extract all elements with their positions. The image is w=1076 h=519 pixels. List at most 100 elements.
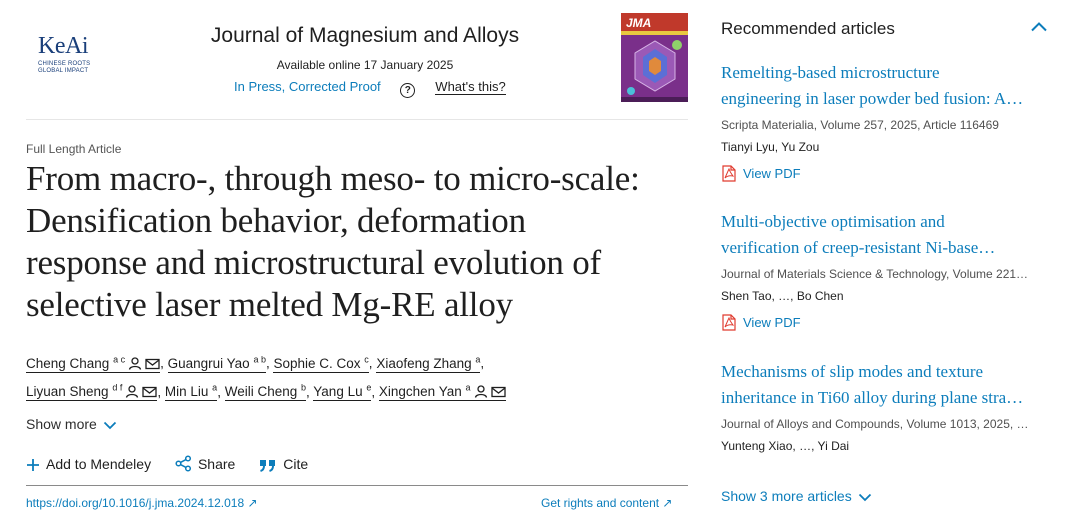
author-affiliation: a c	[113, 354, 126, 364]
article-source: Scripta Materialia, Volume 257, 2025, Ar…	[721, 118, 999, 132]
chevron-up-icon	[1031, 22, 1047, 32]
author-name: Xingchen Yan	[378, 384, 462, 399]
publisher-logo-word: KeAi	[38, 33, 88, 59]
show-more-label: Show more	[26, 416, 97, 432]
title-line: Multi-objective optimisation and	[721, 212, 945, 231]
author-affiliation: e	[366, 382, 372, 393]
collapse-recommended-button[interactable]	[1030, 20, 1048, 38]
title-line: Remelting-based microstructure	[721, 63, 940, 82]
email-icon	[142, 386, 158, 398]
author-affiliation: a	[212, 382, 218, 393]
cite-label: Cite	[283, 456, 309, 472]
view-pdf-label: View PDF	[743, 315, 801, 330]
author-affiliation: d f	[112, 382, 123, 393]
chevron-down-icon	[858, 493, 871, 502]
article-title: From macro-, through meso- to micro-scal…	[26, 158, 706, 326]
show-more-articles-label: Show 3 more articles	[721, 488, 852, 504]
author-name: Guangrui Yao	[167, 355, 250, 371]
article-authors: Tianyi Lyu, Yu Zou	[721, 140, 820, 154]
article-source: Journal of Alloys and Compounds, Volume …	[721, 417, 1029, 431]
add-to-mendeley-button[interactable]: Add to Mendeley	[26, 456, 151, 472]
email-icon	[145, 358, 160, 369]
author-affiliation: a	[475, 354, 481, 364]
share-button[interactable]: Share	[175, 455, 235, 472]
recommended-article-title-link[interactable]: Multi-objective optimisation and verific…	[721, 209, 1056, 261]
person-icon	[126, 385, 139, 398]
quote-icon	[260, 460, 276, 472]
author-affiliation: a	[465, 382, 471, 393]
person-icon	[474, 385, 487, 398]
header-divider	[26, 119, 688, 120]
recommended-article: Mechanisms of slip modes and texture inh…	[721, 359, 1056, 453]
author-name: Cheng Chang	[26, 355, 110, 371]
author-name: Min Liu	[164, 384, 209, 399]
title-line: Mechanisms of slip modes and texture	[721, 362, 984, 381]
author-min-liu[interactable]: Min Liu a	[164, 382, 218, 401]
doi-link[interactable]: https://doi.org/10.1016/j.jma.2024.12.01…	[26, 496, 258, 510]
in-press-link[interactable]: In Press, Corrected Proof	[234, 79, 381, 94]
recommended-article: Remelting-based microstructure engineeri…	[721, 60, 1056, 182]
question-icon: ?	[400, 83, 416, 98]
publisher-logo[interactable]: KeAi CHINESE ROOTS GLOBAL IMPACT	[38, 34, 108, 75]
person-icon	[128, 356, 142, 370]
author-yang-lu[interactable]: Yang Lu e	[313, 382, 372, 401]
author-name: Weili Cheng	[224, 384, 298, 399]
title-line: Densification behavior, deformation	[26, 201, 526, 240]
external-link-icon: ↗	[662, 496, 673, 510]
recommended-article-title-link[interactable]: Mechanisms of slip modes and texture inh…	[721, 359, 1056, 411]
recommended-article-title-link[interactable]: Remelting-based microstructure engineeri…	[721, 60, 1056, 112]
whats-this-button[interactable]: ? What's this?	[400, 79, 506, 98]
article-actions: Add to Mendeley Share Cite	[26, 455, 328, 472]
author-guangrui-yao[interactable]: Guangrui Yao a b	[167, 354, 266, 373]
recommended-heading: Recommended articles	[721, 19, 895, 38]
email-icon	[490, 386, 506, 398]
author-affiliation: c	[364, 354, 369, 364]
view-pdf-label: View PDF	[743, 166, 801, 181]
article-authors: Shen Tao, …, Bo Chen	[721, 289, 844, 303]
author-name: Liyuan Sheng	[26, 384, 109, 399]
author-liyuan-sheng[interactable]: Liyuan Sheng d f	[26, 382, 158, 401]
article-type: Full Length Article	[26, 142, 122, 156]
whats-this-label: What's this?	[435, 79, 506, 95]
author-cheng-chang[interactable]: Cheng Chang a c	[26, 354, 161, 373]
author-name: Yang Lu	[313, 384, 363, 399]
share-icon	[175, 455, 192, 472]
author-name: Sophie C. Cox	[273, 355, 361, 371]
actions-divider	[26, 485, 688, 486]
show-more-articles-button[interactable]: Show 3 more articles	[721, 488, 872, 504]
author-list: Cheng Chang a c, Guangrui Yao a b, Sophi…	[26, 347, 666, 404]
publisher-tagline-1: CHINESE ROOTS	[38, 61, 91, 67]
author-affiliation: b	[301, 382, 307, 393]
rights-text: Get rights and content	[541, 496, 660, 510]
author-sophie-cox[interactable]: Sophie C. Cox c	[273, 354, 369, 373]
title-line: verification of creep-resistant Ni-base…	[721, 238, 996, 257]
share-label: Share	[197, 456, 236, 472]
chevron-down-icon	[103, 421, 116, 430]
author-xingchen-yan[interactable]: Xingchen Yan a	[378, 382, 506, 401]
publisher-tagline-2: GLOBAL IMPACT	[38, 68, 89, 74]
recommended-article: Multi-objective optimisation and verific…	[721, 209, 1056, 331]
title-line: From macro-, through meso- to micro-scal…	[26, 159, 640, 198]
mendeley-label: Add to Mendeley	[46, 456, 152, 472]
rights-link[interactable]: Get rights and content ↗	[541, 496, 672, 510]
title-line: response and microstructural evolution o…	[26, 243, 601, 282]
view-pdf-link[interactable]: View PDF	[721, 314, 1056, 331]
journal-cover-image[interactable]: JMA	[621, 13, 688, 102]
show-more-button[interactable]: Show more	[26, 416, 117, 432]
external-link-icon: ↗	[247, 496, 258, 510]
title-line: selective laser melted Mg-RE alloy	[26, 285, 513, 324]
author-affiliation: a b	[253, 354, 266, 364]
journal-title-link[interactable]: Journal of Magnesium and Alloys	[160, 24, 570, 48]
title-line: engineering in laser powder bed fusion: …	[721, 89, 1024, 108]
view-pdf-link[interactable]: View PDF	[721, 165, 1056, 182]
author-xiaofeng-zhang[interactable]: Xiaofeng Zhang a	[376, 354, 481, 373]
pdf-icon	[722, 165, 736, 182]
available-online-date: Available online 17 January 2025	[276, 58, 454, 72]
author-name: Xiaofeng Zhang	[376, 355, 472, 371]
pdf-icon	[722, 314, 736, 331]
journal-cover-art: JMA	[621, 13, 688, 102]
title-line: inheritance in Ti60 alloy during plane s…	[721, 388, 1024, 407]
author-weili-cheng[interactable]: Weili Cheng b	[224, 382, 307, 401]
article-source: Journal of Materials Science & Technolog…	[721, 267, 1029, 281]
cite-button[interactable]: Cite	[259, 456, 308, 472]
